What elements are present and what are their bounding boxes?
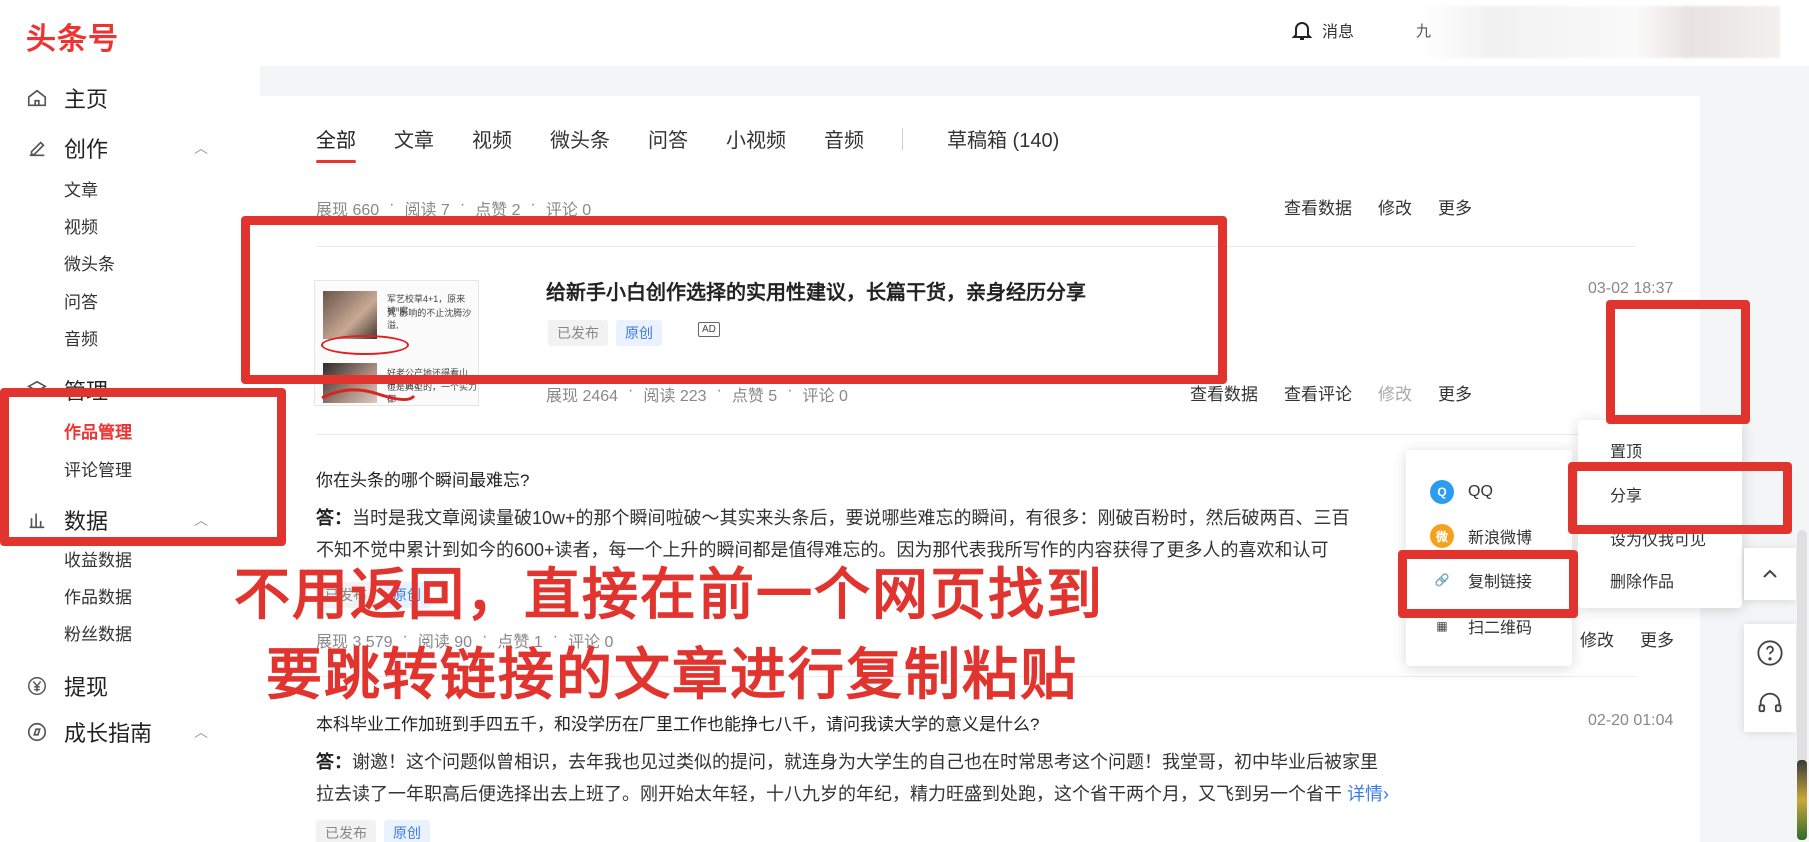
nav-revenue-data[interactable]: 收益数据 (64, 546, 132, 571)
messages-button[interactable]: 消息 (1290, 18, 1354, 42)
dot: · (716, 382, 722, 399)
logo[interactable]: 头条号 (26, 14, 119, 58)
menu-delete[interactable]: 删除作品 (1610, 568, 1674, 592)
edit-button[interactable]: 修改 (1580, 626, 1614, 651)
status-badge: 已发布 (316, 820, 376, 842)
annotation-box-copy-link (1398, 550, 1578, 618)
qa-question[interactable]: 本科毕业工作加班到手四五千，和没学历在厂里工作也能挣七八千，请问我读大学的意义是… (316, 710, 1039, 735)
qa-answer: 答：谢邀！这个问题似曾相识，去年我也见过类似的提问，就连身为大学生的自己也在时常… (316, 746, 1466, 810)
tab-audio[interactable]: 音频 (824, 124, 864, 153)
weibo-icon: 微 (1430, 524, 1454, 548)
qq-icon: Q (1430, 480, 1454, 504)
view-comments-button[interactable]: 查看评论 (1284, 380, 1352, 405)
nav-home-label: 主页 (64, 87, 109, 112)
tab-article[interactable]: 文章 (394, 124, 434, 153)
likes: 点赞 5 (731, 388, 778, 405)
tab-video[interactable]: 视频 (472, 124, 512, 153)
edit-button[interactable]: 修改 (1378, 194, 1412, 219)
more-button[interactable]: 更多 (1438, 194, 1472, 219)
impressions: 展现 2464 (546, 388, 619, 405)
clipped-username: 九 (1416, 23, 1432, 40)
chevron-up-icon (1763, 569, 1777, 578)
annotation-box-post (241, 216, 1227, 384)
instruction-line-1: 不用返回，直接在前一个网页找到 (234, 563, 1104, 628)
nav-withdraw-label: 提现 (64, 675, 109, 700)
nav-growth[interactable]: 成长指南 ︿ (26, 716, 208, 748)
row1-actions: 查看数据 修改 更多 (1284, 194, 1472, 219)
answer-text: 拉去读了一年职高后便选择出去上班了。刚开始太年轻，十八九岁的年纪，精力旺盛到处跑… (316, 784, 1342, 804)
answer-text: 当时是我文章阅读量破10w+的那个瞬间啦破～其实来头条后，要说哪些难忘的瞬间，有… (352, 508, 1350, 528)
answer-label: 答： (316, 508, 352, 528)
qa1-actions: 修改 更多 (1580, 626, 1674, 651)
post-actions: 查看数据 查看评论 修改 更多 (1190, 380, 1472, 405)
post-stats: 展现 2464 · 阅读 223 · 点赞 5 · 评论 0 (546, 382, 848, 406)
home-icon (26, 87, 48, 109)
pen-icon (26, 137, 48, 159)
nav-create-label: 创作 (64, 137, 109, 162)
help-panel (1744, 624, 1796, 732)
nav-create[interactable]: 创作 ︿ (26, 132, 208, 164)
nav-growth-label: 成长指南 (64, 721, 153, 746)
instruction-line-2: 要跳转链接的文章进行复制粘贴 (266, 643, 1078, 708)
original-badge: 原创 (384, 820, 430, 842)
edit-button[interactable]: 修改 (1378, 380, 1412, 405)
more-button[interactable]: 更多 (1640, 626, 1674, 651)
dot: · (787, 382, 793, 399)
bell-icon (1291, 22, 1313, 40)
dot: · (628, 382, 634, 399)
yen-icon (26, 675, 48, 697)
nav-home[interactable]: 主页 (26, 82, 108, 114)
blurred-user-area (1420, 6, 1780, 58)
nav-video[interactable]: 视频 (64, 213, 98, 238)
tab-all[interactable]: 全部 (316, 124, 356, 163)
top-bar: 头条号 消息 九 (0, 0, 1809, 66)
annotation-box-more (1606, 300, 1750, 424)
nav-article[interactable]: 文章 (64, 176, 98, 201)
more-button[interactable]: 更多 (1438, 380, 1472, 405)
detail-link[interactable]: 详情 (1347, 784, 1383, 804)
nav-qa[interactable]: 问答 (64, 288, 98, 313)
share-weibo-label: 新浪微博 (1468, 530, 1533, 547)
post-date: 03-02 18:37 (1588, 280, 1674, 297)
qa-date: 02-20 01:04 (1588, 712, 1674, 729)
qa-question[interactable]: 你在头条的哪个瞬间最难忘? (316, 466, 529, 491)
view-data-button[interactable]: 查看数据 (1284, 194, 1352, 219)
tab-divider (902, 127, 903, 150)
tab-drafts[interactable]: 草稿箱 (140) (947, 124, 1059, 153)
chevron-right-icon: › (1383, 784, 1390, 804)
nav-fans-data[interactable]: 粉丝数据 (64, 620, 132, 645)
content-tabs: 全部 文章 视频 微头条 问答 小视频 音频 草稿箱 (140) (316, 124, 1097, 163)
answer-text: 谢邀！这个问题似曾相识，去年我也见过类似的提问，就连身为大学生的自己也在时常思考… (352, 752, 1378, 772)
nav-microheadline[interactable]: 微头条 (64, 250, 115, 275)
reads: 阅读 223 (643, 388, 707, 405)
annotation-box-manage (0, 388, 286, 546)
headset-icon[interactable] (1756, 689, 1784, 717)
tab-short-video[interactable]: 小视频 (726, 124, 786, 153)
chevron-up-icon: ︿ (194, 724, 208, 740)
annotation-box-share (1568, 462, 1792, 534)
red-scribble-mark (321, 388, 416, 401)
tab-qa[interactable]: 问答 (648, 124, 688, 153)
divider (316, 434, 1636, 435)
compass-icon (26, 721, 48, 743)
share-qq-label: QQ (1468, 483, 1493, 500)
scrollbar-thumb[interactable] (1797, 760, 1807, 840)
menu-pin[interactable]: 置顶 (1610, 438, 1642, 462)
share-weibo[interactable]: 微 新浪微博 (1430, 524, 1532, 548)
share-qq[interactable]: Q QQ (1430, 480, 1493, 504)
nav-works-data[interactable]: 作品数据 (64, 583, 132, 608)
back-to-top-button[interactable] (1744, 548, 1796, 600)
nav-audio[interactable]: 音频 (64, 325, 98, 350)
nav-withdraw[interactable]: 提现 (26, 670, 108, 702)
chevron-up-icon: ︿ (194, 140, 208, 156)
help-icon[interactable] (1756, 639, 1784, 667)
messages-label: 消息 (1322, 24, 1355, 41)
comments: 评论 0 (802, 388, 848, 405)
answer-label: 答： (316, 752, 352, 772)
tab-microheadline[interactable]: 微头条 (550, 124, 610, 153)
